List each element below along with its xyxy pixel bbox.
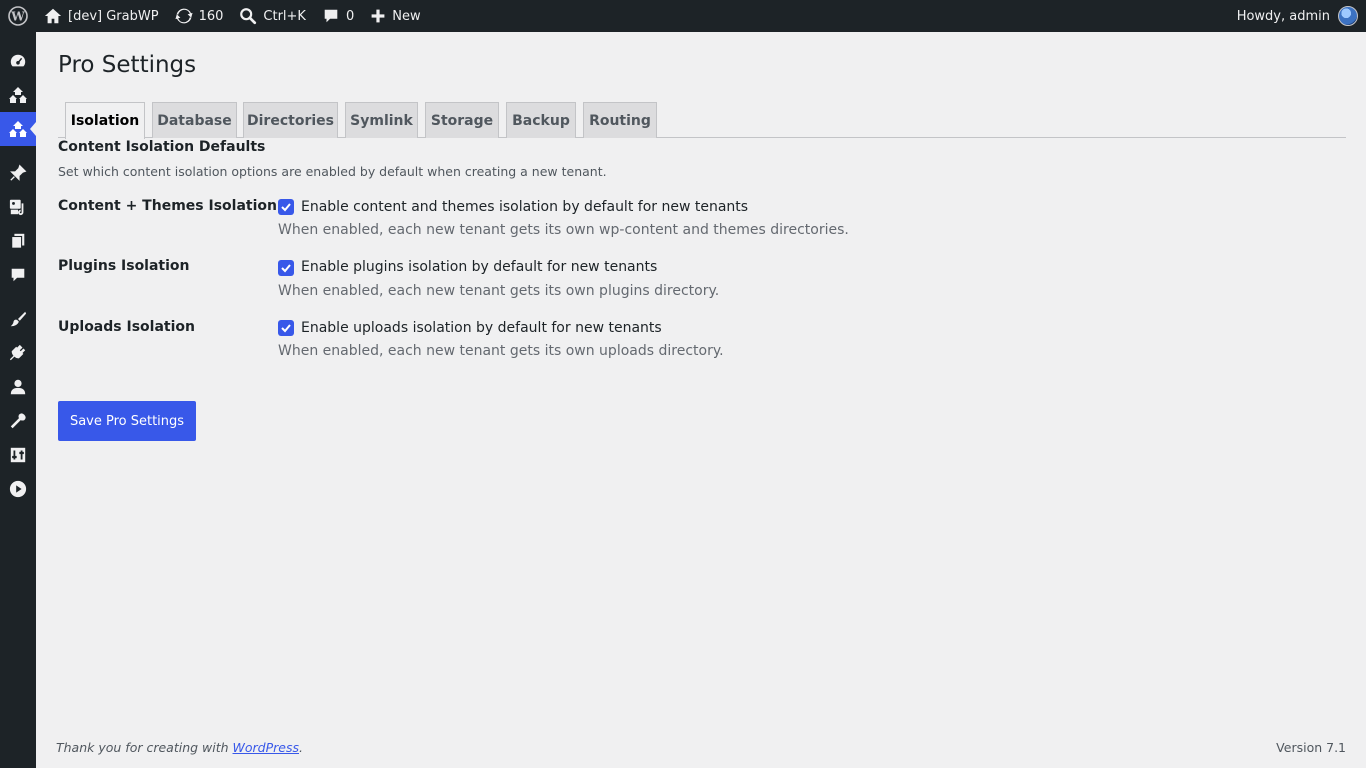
footer-thanks-prefix: Thank you for creating with [56,740,233,755]
content-themes-isolation-checkbox[interactable] [278,199,294,215]
wordpress-link[interactable]: WordPress [233,740,299,755]
site-name: [dev] GrabWP [68,8,159,24]
tab-storage[interactable]: Storage [425,102,499,138]
network-icon [9,121,27,137]
pages-icon [11,233,25,249]
tools-icon [10,413,26,429]
tab-isolation[interactable]: Isolation [65,102,145,139]
users-icon [10,379,26,395]
uploads-isolation-label: Uploads Isolation [58,319,195,335]
comment-icon [324,9,338,23]
network-icon [9,87,27,103]
search-shortcut: Ctrl+K [263,8,306,24]
wordpress-logo-icon[interactable]: W [0,0,36,32]
footer-version: Version 7.1 [1276,740,1346,755]
comments-menu-item[interactable] [0,258,36,292]
settings-tabs: Isolation Database Directories Symlink S… [58,102,1346,139]
content-themes-isolation-description: When enabled, each new tenant gets its o… [278,222,849,238]
uploads-isolation-checkbox-label[interactable]: Enable uploads isolation by default for … [301,320,662,336]
pages-menu-item[interactable] [0,224,36,258]
pin-icon [10,164,27,181]
howdy-text: Howdy, admin [1236,8,1330,24]
updates-count: 160 [198,8,224,24]
play-icon [9,480,27,498]
plugins-isolation-checkbox[interactable] [278,260,294,276]
svg-text:W: W [10,10,25,24]
avatar [1338,6,1358,26]
plugins-menu-item[interactable] [0,336,36,370]
users-menu-item[interactable] [0,370,36,404]
video-menu-item[interactable] [0,472,36,506]
media-icon [9,199,24,216]
admin-menu [0,32,36,768]
checkmark-icon [281,264,291,273]
comments-link[interactable]: 0 [314,0,362,32]
my-account-link[interactable]: Howdy, admin [1229,0,1366,32]
dashboard-menu-item[interactable] [0,44,36,78]
footer-thanks: Thank you for creating with WordPress. [56,740,303,755]
content-themes-isolation-checkbox-label[interactable]: Enable content and themes isolation by d… [301,199,748,215]
admin-bar: W [dev] GrabWP 160 Ctrl+K 0 New Howdy, a… [0,0,1366,32]
dashboard-icon [10,54,26,67]
posts-menu-item[interactable] [0,156,36,190]
uploads-isolation-description: When enabled, each new tenant gets its o… [278,343,724,359]
tab-routing[interactable]: Routing [583,102,657,138]
grabwp-menu-item[interactable] [0,112,36,146]
updates-icon [175,8,193,24]
tab-backup[interactable]: Backup [506,102,576,138]
new-content-link[interactable]: New [362,0,428,32]
network-menu-item[interactable] [0,78,36,112]
content-themes-isolation-label: Content + Themes Isolation [58,198,277,214]
section-description: Set which content isolation options are … [58,164,607,179]
settings-icon [10,447,26,463]
checkmark-icon [281,324,291,333]
plugins-isolation-description: When enabled, each new tenant gets its o… [278,283,720,299]
plugins-isolation-label: Plugins Isolation [58,258,190,274]
tools-menu-item[interactable] [0,404,36,438]
comments-icon [11,268,25,282]
footer-thanks-suffix: . [299,740,303,755]
save-pro-settings-button[interactable]: Save Pro Settings [58,401,196,441]
settings-menu-item[interactable] [0,438,36,472]
comments-count: 0 [345,8,355,24]
plugins-icon [9,344,26,361]
site-name-link[interactable]: [dev] GrabWP [36,0,167,32]
appearance-icon [10,311,27,327]
checkmark-icon [281,203,291,212]
appearance-menu-item[interactable] [0,302,36,336]
uploads-isolation-checkbox[interactable] [278,320,294,336]
search-icon [240,8,257,25]
home-icon [44,8,62,24]
tab-database[interactable]: Database [152,102,237,138]
new-label: New [392,8,421,24]
media-menu-item[interactable] [0,190,36,224]
tab-directories[interactable]: Directories [243,102,338,138]
section-title: Content Isolation Defaults [58,139,266,155]
tab-symlink[interactable]: Symlink [345,102,418,138]
plus-icon [371,9,385,23]
plugins-isolation-checkbox-label[interactable]: Enable plugins isolation by default for … [301,259,657,275]
updates-link[interactable]: 160 [167,0,232,32]
page-title: Pro Settings [58,52,197,78]
search-link[interactable]: Ctrl+K [231,0,314,32]
